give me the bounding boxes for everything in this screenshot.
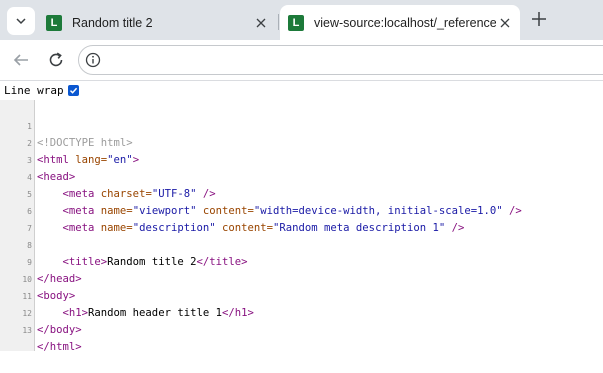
browser-toolbar [0,40,603,81]
site-info-icon[interactable] [85,52,101,68]
source-line: 9 </head> [0,237,603,285]
source-line: 1 <!DOCTYPE html> [0,101,603,149]
line-number: 13 [22,326,32,335]
source-line: 8 <title>Random title 2</title> [0,220,603,268]
tag: </html> [37,341,82,353]
tab-title: Random title 2 [72,15,153,30]
site-favicon-icon: L [288,14,304,31]
new-tab-button[interactable] [528,8,550,30]
source-line: 7 [0,203,603,233]
tab-search-button[interactable] [7,7,35,35]
tab-close-button[interactable] [496,14,514,32]
line-wrap-control: Line wrap [4,83,79,97]
line-wrap-label: Line wrap [4,83,64,97]
tab-divider [278,14,279,30]
tab-view-source[interactable]: L view-source:localhost/_reference/_ [280,5,520,40]
source-line: 6 <meta name="description" content="Rand… [0,186,603,234]
info-icon [85,52,101,68]
checkmark-icon [69,87,77,94]
tab-close-button[interactable] [252,14,270,32]
plus-icon [532,12,546,26]
address-bar[interactable] [78,45,603,75]
source-line: 13 </html> [0,305,603,353]
tab-title: view-source:localhost/_reference/_ [314,15,496,30]
tag: </body> [37,324,82,336]
source-line: 2 <html lang="en"> [0,118,603,166]
source-line: 12 </body> [0,288,603,336]
source-code-view: 1 <!DOCTYPE html> 2 <html lang="en"> 3 <… [0,101,603,353]
line-wrap-checkbox[interactable] [67,84,79,96]
tab-strip: L Random title 2 L view-source:localhost… [0,0,603,40]
tab-random-title[interactable]: L Random title 2 [38,5,276,40]
source-line: 5 <meta name="viewport" content="width=d… [0,169,603,217]
source-line: 4 <meta charset="UTF-8" /> [0,152,603,200]
back-button[interactable] [9,48,33,72]
source-line: 11 <h1>Random header title 1</h1> [0,271,603,319]
close-icon [256,18,266,27]
source-line: 3 <head> [0,135,603,183]
chevron-down-icon [16,18,26,25]
site-favicon-icon: L [46,14,62,31]
source-line: 10 <body> [0,254,603,302]
close-icon [500,18,510,27]
back-arrow-icon [13,54,28,66]
reload-icon [49,52,63,67]
reload-button[interactable] [44,48,68,72]
